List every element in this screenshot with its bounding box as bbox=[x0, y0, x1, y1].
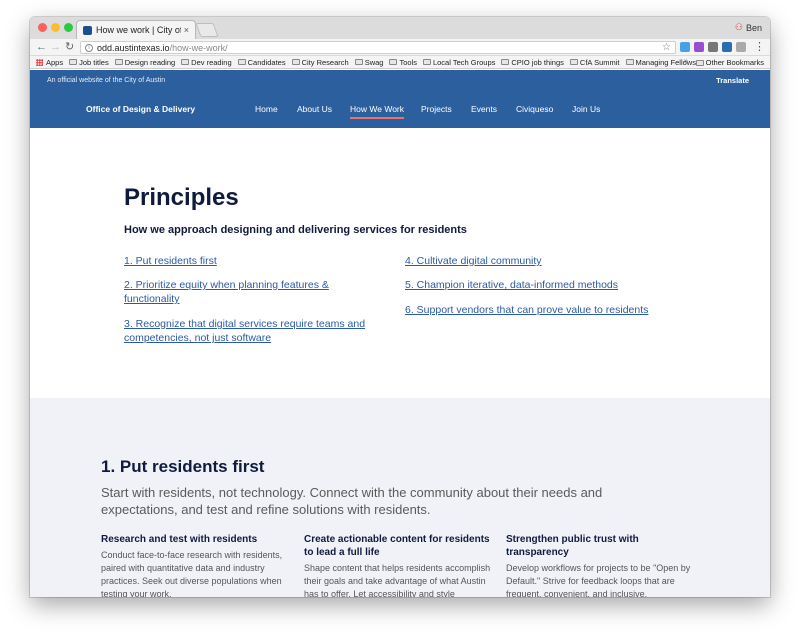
principle-1-section: 1. Put residents first Start with reside… bbox=[30, 398, 770, 597]
principle-link-5[interactable]: 5. Champion iterative, data-informed met… bbox=[405, 278, 685, 292]
tab-close-icon[interactable]: × bbox=[184, 25, 189, 35]
extension-icon[interactable] bbox=[694, 42, 704, 52]
browser-window: How we work | City of Austin D × ⚇ Ben ←… bbox=[30, 17, 770, 597]
practice-column: Create actionable content for residents … bbox=[304, 533, 494, 597]
practice-text: Develop workflows for projects to be "Op… bbox=[506, 563, 691, 597]
folder-icon bbox=[389, 59, 398, 65]
practice-heading: Strengthen public trust with transparenc… bbox=[506, 534, 639, 558]
section-title: 1. Put residents first bbox=[101, 457, 265, 476]
bookmark-folder[interactable]: Dev reading bbox=[181, 58, 232, 67]
other-bookmarks[interactable]: Other Bookmarks bbox=[695, 58, 764, 67]
extension-icon[interactable] bbox=[708, 42, 718, 52]
minimize-window-button[interactable] bbox=[51, 23, 60, 32]
bookmark-folder[interactable]: Swag bbox=[354, 58, 383, 67]
nav-join-us[interactable]: Join Us bbox=[572, 104, 600, 114]
folder-icon bbox=[237, 59, 246, 65]
site-header: An official website of the City of Austi… bbox=[30, 70, 770, 128]
maximize-window-button[interactable] bbox=[64, 23, 73, 32]
bookmark-folder[interactable]: Candidates bbox=[237, 58, 286, 67]
browser-tab-active[interactable]: How we work | City of Austin D × bbox=[76, 20, 196, 39]
principle-link-6[interactable]: 6. Support vendors that can prove value … bbox=[405, 303, 685, 317]
principle-link-1[interactable]: 1. Put residents first bbox=[124, 254, 374, 268]
bookmark-folder[interactable]: Local Tech Groups bbox=[422, 58, 495, 67]
extension-icon[interactable] bbox=[680, 42, 690, 52]
practice-heading: Research and test with residents bbox=[101, 534, 258, 545]
close-window-button[interactable] bbox=[38, 23, 47, 32]
principle-link-2[interactable]: 2. Prioritize equity when planning featu… bbox=[124, 278, 374, 306]
bookmark-folder[interactable]: City Research bbox=[291, 58, 349, 67]
nav-about-us[interactable]: About Us bbox=[297, 104, 332, 114]
section-lead: Start with residents, not technology. Co… bbox=[101, 485, 603, 517]
nav-events[interactable]: Events bbox=[471, 104, 497, 114]
folder-icon bbox=[422, 59, 431, 65]
extension-icon[interactable] bbox=[722, 42, 732, 52]
tab-title: How we work | City of Austin D bbox=[96, 25, 181, 35]
page-content: An official website of the City of Austi… bbox=[30, 70, 770, 597]
practice-column: Research and test with residents Conduct… bbox=[101, 533, 291, 597]
profile-icon: ⚇ bbox=[734, 22, 743, 32]
principles-subtitle: How we approach designing and delivering… bbox=[124, 224, 467, 236]
bookmark-folder[interactable]: Tools bbox=[389, 58, 417, 67]
url-path: /how-we-work/ bbox=[169, 42, 228, 53]
nav-home[interactable]: Home bbox=[255, 104, 278, 114]
official-notice: An official website of the City of Austi… bbox=[47, 77, 166, 84]
folder-icon bbox=[69, 59, 78, 65]
practice-column: Strengthen public trust with transparenc… bbox=[506, 533, 696, 597]
main-nav: Home About Us How We Work Projects Event… bbox=[30, 104, 770, 124]
new-tab-button[interactable] bbox=[195, 23, 219, 37]
bookmark-star-icon[interactable]: ☆ bbox=[662, 42, 671, 53]
principles-section: Principles How we approach designing and… bbox=[30, 128, 770, 398]
nav-how-we-work[interactable]: How We Work bbox=[350, 104, 405, 119]
profile-button[interactable]: ⚇ Ben bbox=[735, 22, 762, 33]
bookmark-apps[interactable]: Apps bbox=[36, 58, 63, 67]
principle-link-4[interactable]: 4. Cultivate digital community bbox=[405, 254, 685, 268]
bookmarks-bar: Apps Job titles Design reading Dev readi… bbox=[30, 56, 770, 69]
folder-icon bbox=[625, 59, 634, 65]
folder-icon bbox=[569, 59, 578, 65]
url-host: odd.austintexas.io bbox=[97, 42, 170, 53]
folder-icon bbox=[114, 59, 123, 65]
page-title: Principles bbox=[124, 184, 239, 211]
principle-link-3[interactable]: 3. Recognize that digital services requi… bbox=[124, 317, 374, 345]
translate-link[interactable]: Translate bbox=[716, 76, 749, 85]
folder-icon bbox=[291, 59, 300, 65]
folder-icon bbox=[695, 59, 704, 66]
bookmark-folder[interactable]: CfA Summit bbox=[569, 58, 620, 67]
info-icon[interactable]: i bbox=[85, 43, 93, 52]
bookmark-folder[interactable]: Design reading bbox=[114, 58, 175, 67]
extension-icon[interactable] bbox=[736, 42, 746, 52]
nav-projects[interactable]: Projects bbox=[421, 104, 452, 114]
practice-text: Conduct face-to-face research with resid… bbox=[101, 550, 283, 597]
bookmark-folder[interactable]: Job titles bbox=[69, 58, 109, 67]
practice-heading: Create actionable content for residents … bbox=[304, 534, 490, 558]
site-favicon-icon bbox=[83, 25, 92, 35]
browser-toolbar: ← → ↻ i odd.austintexas.io /how-we-work/… bbox=[30, 39, 770, 56]
back-arrow-icon[interactable]: ← bbox=[36, 40, 47, 54]
tab-strip: How we work | City of Austin D × ⚇ Ben bbox=[30, 17, 770, 39]
profile-name: Ben bbox=[745, 22, 762, 33]
apps-grid-icon bbox=[36, 58, 43, 66]
folder-icon bbox=[354, 59, 363, 65]
address-bar[interactable]: i odd.austintexas.io /how-we-work/ ☆ bbox=[80, 41, 676, 54]
folder-icon bbox=[501, 59, 510, 65]
reload-icon[interactable]: ↻ bbox=[65, 40, 74, 54]
browser-menu-icon[interactable]: ⋮ bbox=[754, 40, 765, 53]
folder-icon bbox=[181, 59, 190, 65]
practice-text: Shape content that helps residents accom… bbox=[304, 563, 491, 597]
forward-arrow-icon[interactable]: → bbox=[50, 40, 61, 54]
nav-civiqueso[interactable]: Civiqueso bbox=[516, 104, 553, 114]
bookmarks-overflow-icon[interactable]: » bbox=[684, 56, 688, 65]
bookmark-folder[interactable]: CPIO job things bbox=[501, 58, 564, 67]
